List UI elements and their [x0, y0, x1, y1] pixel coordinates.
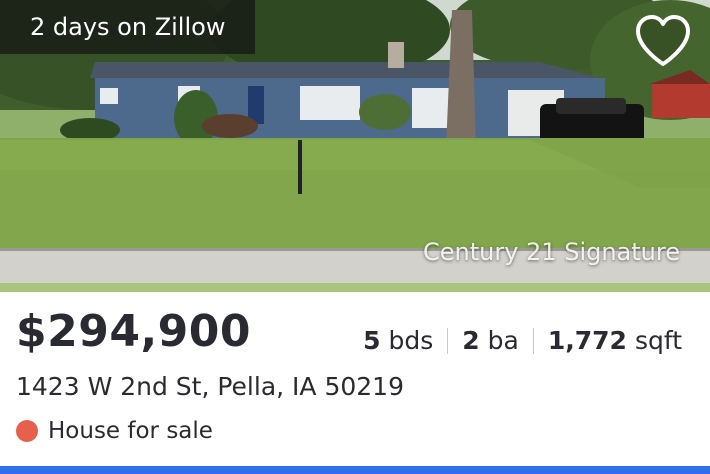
status-dot-icon: [16, 420, 38, 442]
baths-unit: ba: [487, 326, 519, 355]
sqft-unit: sqft: [634, 326, 682, 355]
listing-photo[interactable]: 2 days on Zillow Century 21 Signature: [0, 0, 710, 292]
baths-value: 2: [462, 326, 480, 355]
stats-divider: [532, 327, 534, 354]
listing-price: $294,900: [16, 306, 252, 357]
brokerage-watermark: Century 21 Signature: [422, 238, 680, 266]
listing-info: $294,900 5 bds 2 ba 1,772 sqft 1423 W 2n…: [0, 292, 710, 474]
heart-icon[interactable]: [632, 12, 694, 70]
status-label: House for sale: [48, 418, 213, 444]
listing-card[interactable]: 2 days on Zillow Century 21 Signature $2…: [0, 0, 710, 474]
days-on-zillow-badge: 2 days on Zillow: [0, 0, 256, 54]
listing-status: House for sale: [16, 418, 213, 444]
stats-divider: [447, 327, 449, 354]
card-accent-bar: [0, 466, 710, 474]
beds-unit: bds: [388, 326, 434, 355]
beds-value: 5: [363, 326, 381, 355]
listing-stats: 5 bds 2 ba 1,772 sqft: [363, 326, 682, 355]
listing-address[interactable]: 1423 W 2nd St, Pella, IA 50219: [16, 372, 404, 401]
sqft-value: 1,772: [547, 326, 627, 355]
